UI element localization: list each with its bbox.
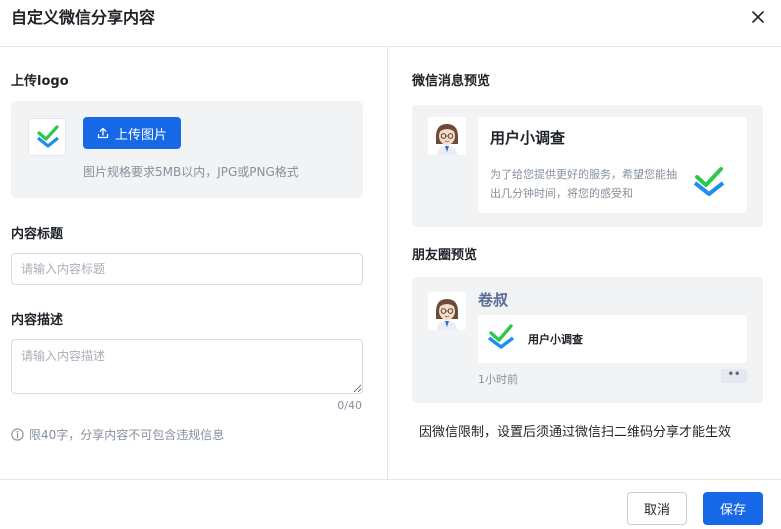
preview-panel: 微信消息预览 用户小调查 为了给您提供更好的服务，希望您能抽出几分钟时间，将您的…: [388, 47, 781, 479]
logo-upload-area: 上传图片 图片规格要求5MB以内，JPG或PNG格式: [11, 101, 363, 198]
dialog-title: 自定义微信分享内容: [11, 8, 156, 27]
moments-card-title: 用户小调查: [528, 333, 583, 346]
content-desc-textarea[interactable]: [11, 339, 363, 394]
dialog-header: 自定义微信分享内容: [0, 0, 781, 47]
desc-char-counter: 0/40: [337, 399, 362, 412]
limit-hint: 限40字，分享内容不可包含违规信息: [11, 426, 224, 443]
check-logo-icon: [693, 167, 725, 196]
check-logo-icon: [487, 324, 515, 349]
avatar-icon: [428, 117, 466, 155]
moments-time: 1小时前: [478, 373, 518, 386]
desc-label: 内容描述: [11, 313, 64, 328]
share-settings-dialog: 自定义微信分享内容 上传logo 上传图片 图片规格要求5MB以内，JPG或PN…: [0, 0, 781, 529]
upload-hint: 图片规格要求5MB以内，JPG或PNG格式: [83, 165, 299, 179]
save-button[interactable]: 保存: [703, 492, 763, 525]
dialog-footer: 取消 保存: [0, 479, 781, 529]
avatar-icon: [428, 292, 466, 330]
limit-hint-text: 限40字，分享内容不可包含违规信息: [29, 428, 225, 442]
message-card: 用户小调查 为了给您提供更好的服务，希望您能抽出几分钟时间，将您的感受和: [478, 117, 747, 213]
more-icon: ••: [721, 369, 747, 383]
content-title-input[interactable]: [11, 253, 363, 285]
check-logo-icon: [37, 125, 59, 148]
moments-user-name: 卷叔: [478, 291, 509, 309]
wechat-preview-label: 微信消息预览: [412, 74, 491, 89]
upload-image-button[interactable]: 上传图片: [83, 117, 181, 149]
message-desc: 为了给您提供更好的服务，希望您能抽出几分钟时间，将您的感受和: [490, 168, 677, 200]
upload-button-label: 上传图片: [114, 127, 167, 143]
moments-preview: 卷叔 用户小调查 1小时前 ••: [412, 277, 763, 403]
message-title: 用户小调查: [490, 129, 566, 147]
upload-icon: [97, 127, 109, 139]
share-form-panel: 上传logo 上传图片 图片规格要求5MB以内，JPG或PNG格式 内容标题 内…: [0, 47, 388, 479]
close-icon[interactable]: [749, 8, 767, 26]
moments-preview-label: 朋友圈预览: [412, 248, 478, 263]
moments-link-card: 用户小调查: [478, 315, 747, 363]
wechat-limit-notice: 因微信限制，设置后须通过微信扫二维码分享才能生效: [419, 425, 732, 440]
wechat-message-preview: 用户小调查 为了给您提供更好的服务，希望您能抽出几分钟时间，将您的感受和: [412, 105, 763, 227]
cancel-button[interactable]: 取消: [627, 492, 687, 525]
title-label: 内容标题: [11, 227, 64, 242]
logo-preview: [28, 118, 66, 156]
logo-label: 上传logo: [11, 74, 69, 89]
info-circle-icon: [11, 428, 24, 441]
